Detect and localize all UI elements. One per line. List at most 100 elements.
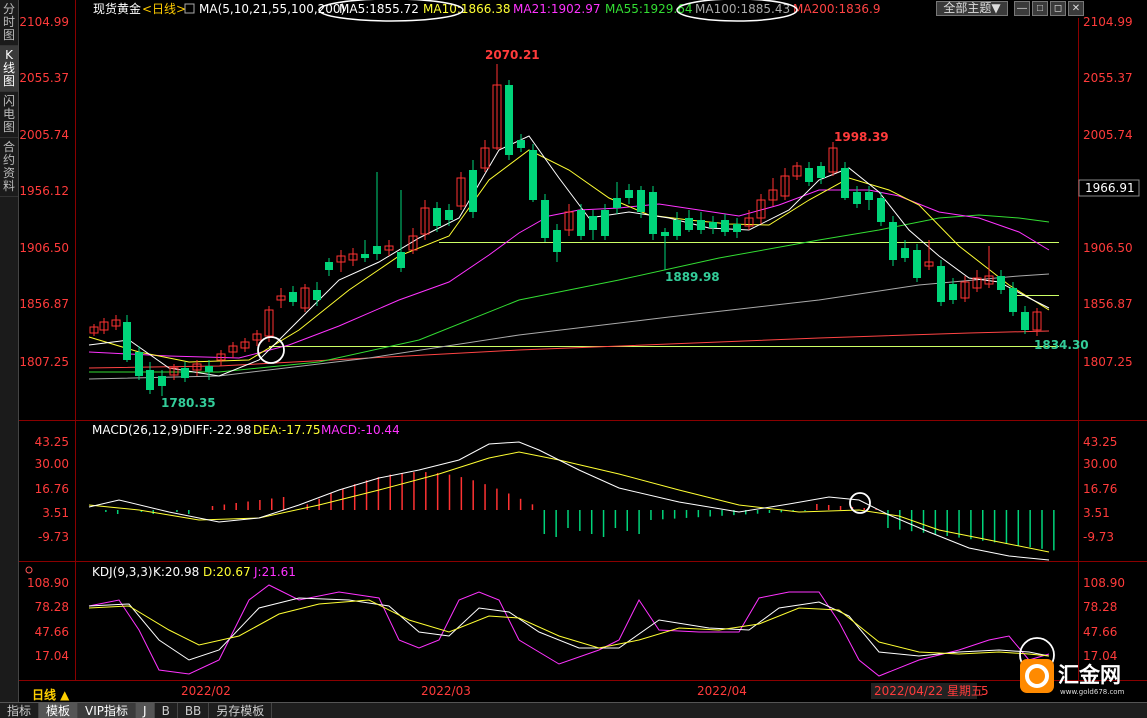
candle-body[interactable] [469,170,477,212]
tab-contract-info[interactable]: 合约资料 [0,138,18,197]
candle-body[interactable] [505,85,513,155]
candle-body[interactable] [613,198,621,208]
tab-save-template[interactable]: 另存模板 [209,702,273,718]
tab-indicators[interactable]: 指标 [0,702,40,718]
candle-body[interactable] [517,140,525,148]
kline-chart[interactable]: 现货黄金 <日线> MA(5,10,21,55,100,200) MA5:185… [19,0,1147,702]
price-axis-label: 1807.25 [19,355,69,369]
kdj-axis-label: 108.90 [27,576,69,590]
restore-icon[interactable]: □ [1032,1,1048,16]
tab-b[interactable]: B [155,702,178,718]
candle-body[interactable] [901,248,909,258]
kdj-j-line [88,584,1050,677]
theme-select-button[interactable]: 全部主题▼ [936,1,1008,16]
macd-axis-label: 43.25 [1083,435,1117,449]
macd-dea: DEA:-17.75 [253,423,321,437]
candle-body[interactable] [541,200,549,238]
candle-body[interactable] [601,210,609,236]
kdj-k-line [88,597,1050,661]
annotation-mid-low: 1889.98 [665,270,720,284]
candle-body[interactable] [433,208,441,226]
kdj-axis-label: 108.90 [1083,576,1125,590]
candle-body[interactable] [135,352,143,376]
candle-body[interactable] [205,366,213,372]
candle-body[interactable] [1009,288,1017,312]
candle-body[interactable] [721,220,729,232]
candle-body[interactable] [325,262,333,270]
macd-axis-label: 30.00 [1083,457,1117,471]
ma200-value: MA200:1836.9 [793,2,881,16]
candle-body[interactable] [637,190,645,212]
current-price: 1966.91 [1085,181,1135,195]
ma10-value: MA10:1866.38 [423,2,511,16]
candle-body[interactable] [853,192,861,204]
tab-j[interactable]: J [136,702,155,718]
tab-templates[interactable]: 模板 [39,702,79,718]
annotation-high: 2070.21 [485,48,540,62]
candle-body[interactable] [397,252,405,268]
ma5-value: MA5:1855.72 [339,2,419,16]
candle-body[interactable] [673,220,681,236]
ma21-value: MA21:1902.97 [513,2,601,16]
candle-body[interactable] [589,216,597,230]
candle-body[interactable] [697,220,705,230]
logo-text: 汇金网 [1058,663,1121,687]
close-icon[interactable]: ✕ [1068,1,1084,16]
candle-body[interactable] [889,222,897,260]
candle-body[interactable] [1021,312,1029,330]
tab-vip-indicators[interactable]: VIP指标 [78,702,137,718]
candle-body[interactable] [841,168,849,198]
watermark-logo: 汇金网 www.gold678.com [1020,656,1136,696]
candle-body[interactable] [123,322,131,360]
price-axis-label: 2055.37 [1083,71,1133,85]
time-cursor: 2022/04/22 星期五 [874,684,983,698]
tab-time-sharing[interactable]: 分时图 [0,0,18,46]
candle-body[interactable] [158,376,166,386]
period-switch[interactable]: 日线 ▲ [32,686,69,703]
candle-body[interactable] [361,254,369,258]
macd-axis-label: 16.76 [1083,482,1117,496]
instrument-name: 现货黄金 [93,1,141,16]
price-axis-label: 2005.74 [19,128,69,142]
kdj-settings-icon[interactable] [25,566,33,574]
candle-body[interactable] [553,230,561,252]
candle-body[interactable] [445,210,453,220]
candle-body[interactable] [997,276,1005,290]
tab-bb[interactable]: BB [178,702,210,718]
tab-kline[interactable]: K线图 [0,46,18,92]
macd-value: MACD:-10.44 [321,423,400,437]
price-axis-label: 2055.37 [19,71,69,85]
candle-body[interactable] [913,250,921,278]
candle-body[interactable] [577,210,585,236]
tab-flash[interactable]: 闪电图 [0,92,18,138]
candle-body[interactable] [709,222,717,228]
candle-body[interactable] [937,266,945,302]
minimize-icon[interactable]: — [1014,1,1030,16]
candle-body[interactable] [805,168,813,182]
candle-body[interactable] [877,198,885,222]
maximize-icon[interactable]: ◻ [1050,1,1066,16]
candle-body[interactable] [949,284,957,300]
kdj-d: D:20.67 [203,565,251,579]
price-axis-label: 2005.74 [1083,128,1133,142]
macd-axis-label: -9.73 [38,530,69,544]
macd-axis-label: 30.00 [35,457,69,471]
candle-body[interactable] [817,166,825,178]
candle-body[interactable] [661,232,669,236]
candle-body[interactable] [625,190,633,198]
candle-body[interactable] [289,292,297,302]
candle-body[interactable] [181,368,189,378]
candle-body[interactable] [733,224,741,232]
candle-body[interactable] [529,150,537,200]
annotation-mid-high: 1998.39 [834,130,889,144]
ma-toggle-icon[interactable] [184,3,195,14]
candle-body[interactable] [865,192,873,200]
time-label: 2022/03 [421,684,471,698]
candle-body[interactable] [313,290,321,300]
candle-body[interactable] [649,192,657,234]
candle-body[interactable] [146,370,154,390]
candle-body[interactable] [373,246,381,254]
candle-body[interactable] [685,218,693,230]
macd-axis-label: 3.51 [42,506,69,520]
kdj-j: J:21.61 [253,565,296,579]
